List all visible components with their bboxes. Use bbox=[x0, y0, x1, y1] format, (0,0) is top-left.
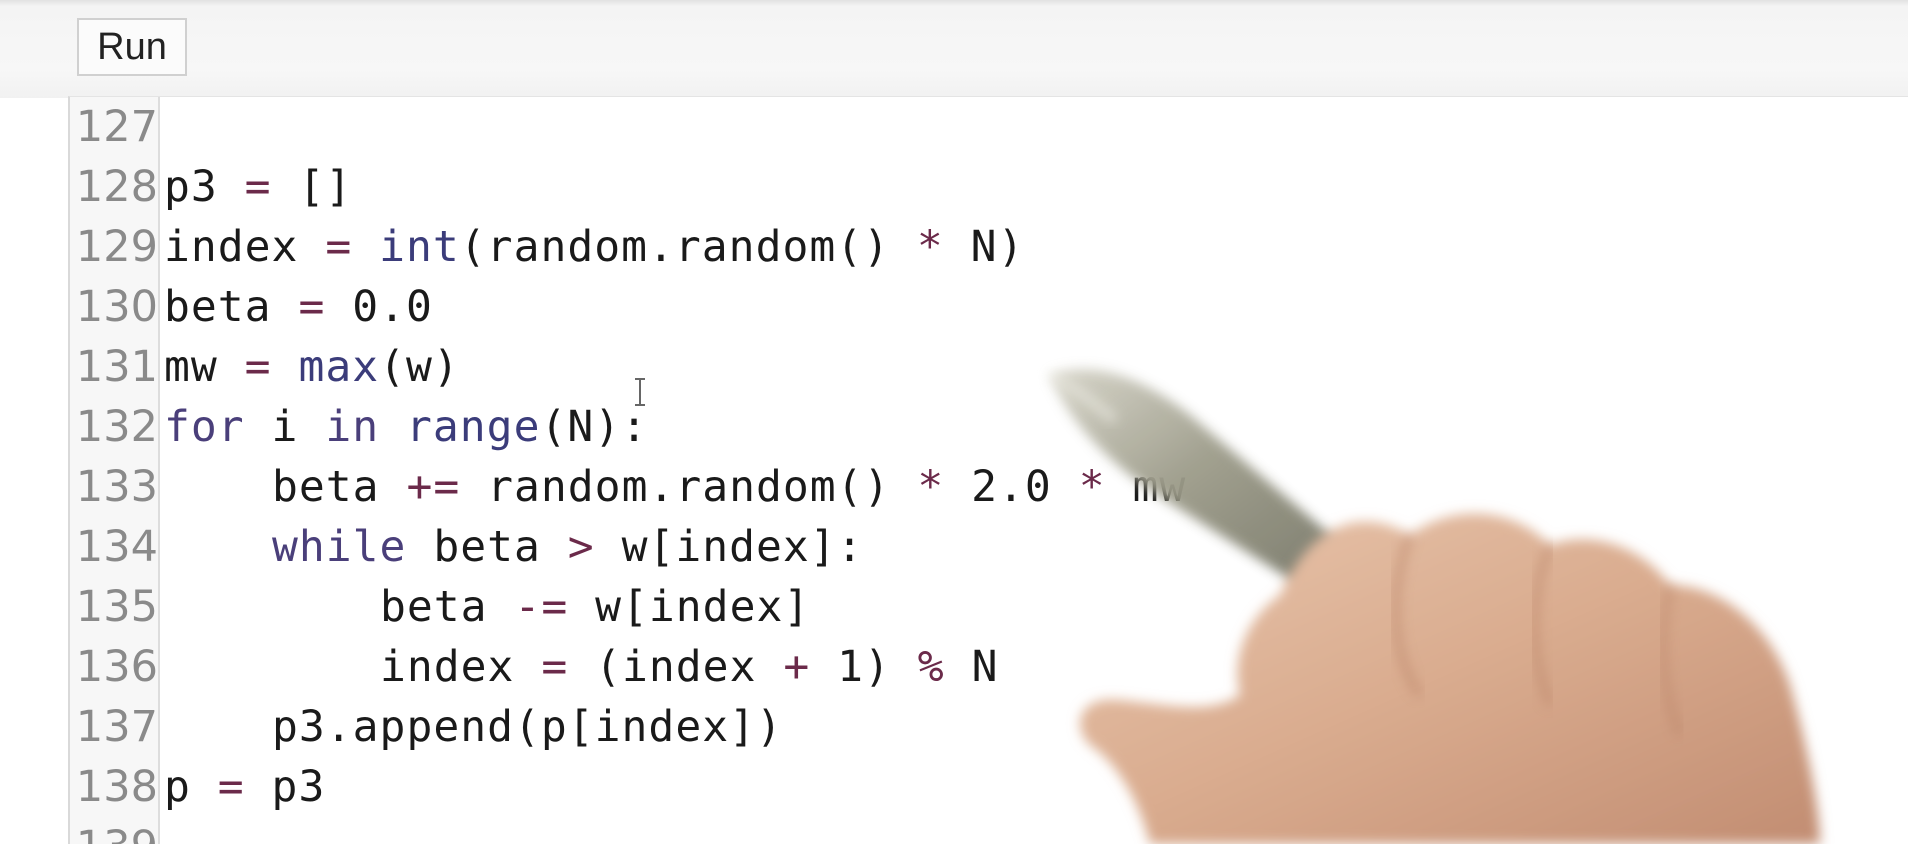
code-token: index bbox=[164, 222, 326, 272]
line-code: index = int(random.random() * N) bbox=[164, 217, 1024, 277]
code-token: (index bbox=[568, 642, 784, 692]
line-number: 137 bbox=[75, 702, 158, 752]
i-beam-cursor-icon bbox=[635, 378, 645, 406]
line-number: 136 bbox=[75, 642, 158, 692]
code-token: = bbox=[244, 342, 272, 392]
line-number: 129 bbox=[75, 222, 158, 272]
code-token: p3 bbox=[164, 162, 245, 212]
code-token: p3 bbox=[244, 762, 326, 812]
code-token: w[index] bbox=[568, 582, 811, 632]
code-token: -= bbox=[514, 582, 569, 632]
code-token: = bbox=[217, 762, 245, 812]
code-token: beta bbox=[272, 462, 407, 512]
code-token: while bbox=[272, 522, 407, 572]
code-line[interactable]: 127 bbox=[70, 97, 1870, 157]
code-editor-page: Run 127 128 p3 = [] 129 index = int(random.r… bbox=[0, 0, 1908, 844]
line-code: for i in range(N): bbox=[164, 397, 648, 457]
code-token: N) bbox=[943, 222, 1025, 272]
line-number: 131 bbox=[75, 342, 158, 392]
line-code: p3.append(p[index]) bbox=[272, 697, 783, 757]
code-token: beta bbox=[380, 582, 515, 632]
code-token: index bbox=[380, 642, 542, 692]
line-code: p3 = [] bbox=[164, 157, 352, 217]
hand-holding-pen-illustration bbox=[1047, 369, 1820, 844]
line-code: beta -= w[index] bbox=[380, 577, 810, 637]
line-code: mw = max(w) bbox=[164, 337, 460, 397]
code-token: (N): bbox=[540, 402, 649, 452]
line-number: 130 bbox=[75, 282, 158, 332]
toolbar: Run bbox=[0, 0, 1908, 98]
line-number: 128 bbox=[75, 162, 158, 212]
code-token: = bbox=[244, 162, 272, 212]
line-code: while beta > w[index]: bbox=[272, 517, 864, 577]
code-token: (random.random() bbox=[459, 222, 917, 272]
code-token: += bbox=[406, 462, 461, 512]
line-number: 127 bbox=[75, 102, 158, 152]
code-token: random.random() bbox=[460, 462, 918, 512]
line-number: 133 bbox=[75, 462, 158, 512]
code-token: i bbox=[244, 402, 326, 452]
code-line[interactable]: 128 p3 = [] bbox=[70, 157, 1870, 217]
line-code: index = (index + 1) % N bbox=[380, 637, 998, 697]
code-line[interactable]: 130 beta = 0.0 bbox=[70, 277, 1870, 337]
line-number: 134 bbox=[75, 522, 158, 572]
line-code: beta = 0.0 bbox=[164, 277, 433, 337]
code-token: p3.append(p[index]) bbox=[272, 702, 783, 752]
code-token: p bbox=[164, 762, 218, 812]
code-token: int bbox=[379, 222, 460, 272]
line-number: 139 bbox=[72, 817, 158, 844]
code-token: for bbox=[164, 402, 245, 452]
code-token: [] bbox=[271, 162, 353, 212]
code-token: w[index]: bbox=[594, 522, 864, 572]
code-token: beta bbox=[164, 282, 299, 332]
code-token: max bbox=[298, 342, 380, 392]
code-token: > bbox=[567, 522, 595, 572]
run-button[interactable]: Run bbox=[77, 18, 187, 76]
code-token: 0.0 bbox=[325, 282, 433, 332]
code-token: N bbox=[944, 642, 999, 692]
line-number: 135 bbox=[75, 582, 158, 632]
code-token: * bbox=[917, 462, 945, 512]
code-token: = bbox=[298, 282, 326, 332]
code-token: * bbox=[916, 222, 944, 272]
code-token: beta bbox=[406, 522, 568, 572]
line-number: 132 bbox=[75, 402, 158, 452]
code-token: = bbox=[325, 222, 353, 272]
code-token: 1) bbox=[810, 642, 918, 692]
code-token: mw bbox=[164, 342, 245, 392]
code-token: in bbox=[325, 402, 380, 452]
code-line[interactable]: 129 index = int(random.random() * N) bbox=[70, 217, 1870, 277]
code-token: + bbox=[783, 642, 811, 692]
code-token: range bbox=[406, 402, 541, 452]
line-code: p = p3 bbox=[164, 757, 325, 817]
code-token: = bbox=[541, 642, 569, 692]
code-token: (w) bbox=[379, 342, 460, 392]
code-token: % bbox=[917, 642, 945, 692]
line-number: 138 bbox=[75, 762, 158, 812]
